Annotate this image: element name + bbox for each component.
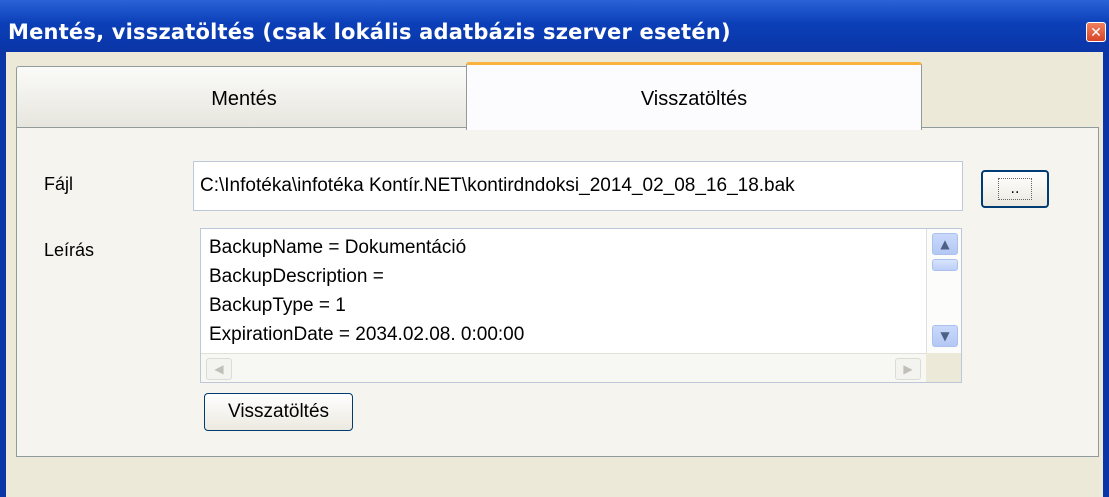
scrollbar-corner: [926, 353, 961, 382]
tab-visszatoltes[interactable]: Visszatöltés: [466, 62, 922, 130]
scrollbar-thumb[interactable]: [932, 259, 958, 271]
browse-button-label: ..: [997, 178, 1033, 200]
description-textarea[interactable]: BackupName = Dokumentáció BackupDescript…: [200, 228, 962, 383]
scroll-up-icon[interactable]: ▲: [932, 233, 958, 255]
close-icon[interactable]: ✕: [1086, 22, 1106, 42]
scroll-down-icon[interactable]: ▼: [932, 325, 958, 347]
vertical-scrollbar[interactable]: ▲ ▼: [926, 229, 961, 353]
browse-button[interactable]: ..: [981, 170, 1049, 208]
file-path-field[interactable]: C:\Infotéka\infotéka Kontír.NET\kontirdn…: [193, 161, 963, 211]
window-title: Mentés, visszatöltés (csak lokális adatb…: [8, 20, 731, 44]
horizontal-scrollbar[interactable]: ◀ ▶: [201, 353, 926, 382]
window-frame-right: [1103, 52, 1109, 497]
window-titlebar[interactable]: Mentés, visszatöltés (csak lokális adatb…: [0, 0, 1109, 52]
restore-button[interactable]: Visszatöltés: [204, 393, 353, 431]
tab-mentes[interactable]: Mentés: [16, 66, 472, 128]
description-label: Leírás: [44, 240, 95, 260]
scroll-left-icon[interactable]: ◀: [206, 358, 232, 380]
description-text: BackupName = Dokumentáció BackupDescript…: [209, 237, 525, 345]
scroll-right-icon[interactable]: ▶: [895, 358, 921, 380]
file-label: Fájl: [44, 174, 74, 194]
